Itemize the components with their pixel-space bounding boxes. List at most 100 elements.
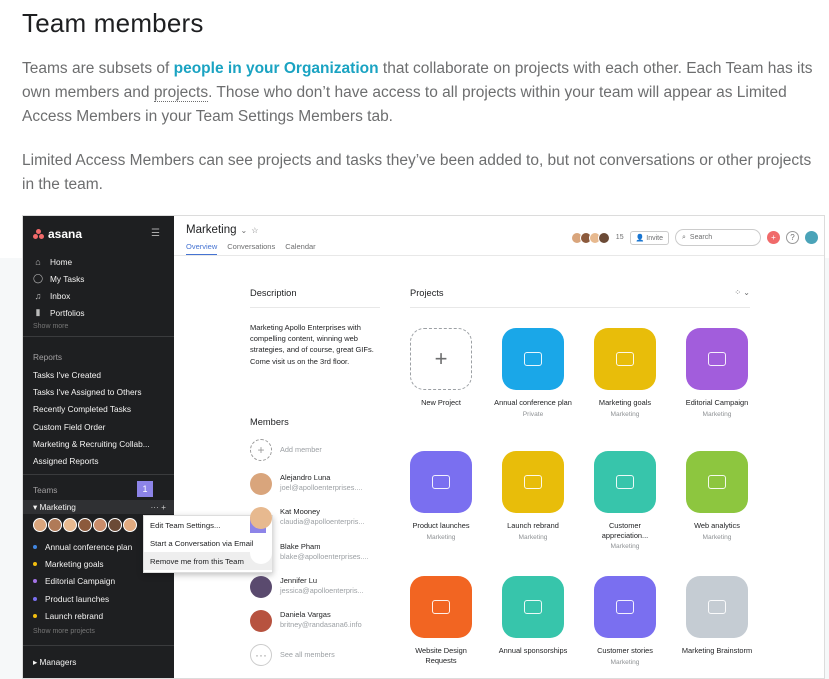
project-tile[interactable]: Web analytics Marketing	[677, 451, 757, 541]
report-item[interactable]: Tasks I've Created	[33, 366, 150, 383]
team-marketing[interactable]: ▾ Marketing ··· +	[23, 500, 174, 514]
view-toggle-icon[interactable]: ⁘ ⌄	[734, 288, 750, 297]
asana-screenshot: asana ☰ ⌂ Home ◯ My Tasks ♫ Inbox ▮ Portfoli…	[22, 215, 825, 679]
member-row[interactable]: Blake Pham blake@apolloenterprises....	[250, 541, 380, 576]
avatar[interactable]	[48, 518, 62, 532]
report-item[interactable]: Tasks I've Assigned to Others	[33, 383, 150, 400]
report-item[interactable]: Custom Field Order	[33, 418, 150, 435]
project-icon	[502, 328, 564, 390]
asana-logo-icon	[33, 229, 44, 239]
member-avatars[interactable]	[570, 231, 610, 244]
project-icon	[686, 328, 748, 390]
invite-button[interactable]: 👤 Invite	[629, 230, 669, 245]
team-actions[interactable]: ··· +	[151, 502, 166, 512]
project-tile[interactable]: Marketing Brainstorm	[677, 576, 757, 656]
project-color-dot	[33, 579, 37, 584]
avatar[interactable]	[63, 518, 77, 532]
project-color-dot	[33, 613, 37, 618]
sidebar-item-inbox[interactable]: ♫ Inbox	[33, 287, 85, 304]
bar-chart-icon: ▮	[35, 307, 41, 317]
project-team-label: Marketing	[702, 533, 732, 541]
sidebar-project[interactable]: Product launches	[33, 590, 132, 607]
project-tile[interactable]: Marketing goals Marketing	[585, 328, 665, 418]
report-item[interactable]: Recently Completed Tasks	[33, 401, 150, 418]
member-row[interactable]: Alejandro Luna joel@apolloenterprises....	[250, 473, 380, 507]
project-team-label: Marketing	[518, 533, 548, 541]
more-icon: ···	[250, 644, 272, 667]
sidebar-project[interactable]: Launch rebrand	[33, 607, 132, 624]
sidebar-project[interactable]: Marketing goals	[33, 555, 132, 572]
show-more-projects-link[interactable]: Show more projects	[33, 628, 95, 635]
description-heading: Description	[250, 288, 380, 308]
add-member-button[interactable]: + Add member	[250, 439, 380, 473]
main-panel: Marketing ⌄ ☆ Overview Conversations Calen…	[174, 216, 824, 678]
project-name: Product launches	[412, 521, 470, 530]
project-tile[interactable]: Editorial Campaign Marketing	[677, 328, 757, 418]
team-managers[interactable]: ▸ Managers	[33, 657, 76, 667]
project-icon	[410, 576, 472, 638]
project-tile[interactable]: Annual conference plan Private	[493, 328, 573, 418]
project-name: Annual conference plan	[494, 398, 572, 407]
sidebar-item-home[interactable]: ⌂ Home	[33, 253, 85, 270]
see-all-members-link[interactable]: ··· See all members	[250, 644, 380, 678]
avatar[interactable]	[805, 231, 818, 244]
members-heading: Members	[250, 417, 289, 427]
description-text[interactable]: Marketing Apollo Enterprises with compel…	[250, 322, 380, 367]
tab-conversations[interactable]: Conversations	[227, 242, 275, 255]
project-name: Web analytics	[694, 521, 740, 530]
avatar[interactable]	[78, 518, 92, 532]
user-icon: 👤	[635, 234, 645, 242]
team-avatars	[33, 518, 137, 532]
member-count: 15	[615, 234, 624, 241]
avatar	[250, 507, 272, 530]
avatar[interactable]	[93, 518, 107, 532]
project-tile[interactable]: Launch rebrand Marketing	[493, 451, 573, 541]
project-tile[interactable]: Annual sponsorships	[493, 576, 573, 656]
top-bar: Marketing ⌄ ☆ Overview Conversations Calen…	[174, 216, 824, 256]
avatar[interactable]	[108, 518, 122, 532]
search-icon: ⌕	[682, 233, 686, 241]
project-icon	[686, 576, 748, 638]
project-tile[interactable]: Customer stories Marketing	[585, 576, 665, 666]
project-name: Launch rebrand	[507, 521, 559, 530]
sidebar-project[interactable]: Editorial Campaign	[33, 573, 132, 590]
member-row[interactable]: Jennifer Lu jessica@apolloenterpris...	[250, 575, 380, 610]
avatar[interactable]	[33, 518, 47, 532]
member-row[interactable]: Kat Mooney claudia@apolloenterpris...	[250, 507, 380, 541]
avatar[interactable]	[123, 518, 137, 532]
new-project-button[interactable]: + New Project	[401, 328, 481, 408]
asana-logo[interactable]: asana	[33, 227, 82, 241]
projects-term[interactable]: projects	[153, 84, 209, 102]
limited-access-paragraph: Limited Access Members can see projects …	[22, 152, 812, 193]
project-icon	[594, 328, 656, 390]
member-row[interactable]: Daniela Vargas britney@randasana6.info	[250, 609, 380, 644]
project-title[interactable]: Marketing ⌄ ☆	[186, 224, 258, 236]
project-tile[interactable]: Customer appreciation... Marketing	[585, 451, 665, 550]
project-tile[interactable]: Product launches Marketing	[401, 451, 481, 541]
help-icon[interactable]: ?	[786, 231, 799, 244]
star-icon[interactable]: ☆	[251, 226, 258, 235]
search-input[interactable]: ⌕ Search	[675, 229, 761, 246]
project-icon	[502, 451, 564, 513]
check-circle-icon: ◯	[33, 273, 44, 283]
show-more-link[interactable]: Show more	[33, 323, 68, 330]
project-icon	[410, 451, 472, 513]
report-item[interactable]: Assigned Reports	[33, 452, 150, 469]
tab-overview[interactable]: Overview	[186, 242, 218, 255]
chevron-down-icon[interactable]: ⌄	[241, 226, 248, 235]
project-team-label: Marketing	[610, 410, 640, 418]
people-link[interactable]: people in your Organization	[174, 60, 379, 77]
project-tile[interactable]: Website Design Requests	[401, 576, 481, 665]
report-item[interactable]: Marketing & Recruiting Collab...	[33, 435, 150, 452]
project-color-dot	[33, 544, 37, 549]
sidebar-project[interactable]: Annual conference plan	[33, 538, 132, 555]
home-icon: ⌂	[35, 256, 41, 267]
avatar	[250, 575, 272, 598]
add-icon[interactable]: +	[767, 231, 780, 244]
collapse-sidebar-icon[interactable]: ☰	[151, 228, 160, 239]
project-name: Marketing Brainstorm	[681, 646, 753, 655]
plus-icon: +	[250, 439, 272, 461]
sidebar-item-my-tasks[interactable]: ◯ My Tasks	[33, 270, 85, 287]
sidebar-item-portfolios[interactable]: ▮ Portfolios	[33, 304, 85, 321]
tab-calendar[interactable]: Calendar	[285, 242, 315, 255]
